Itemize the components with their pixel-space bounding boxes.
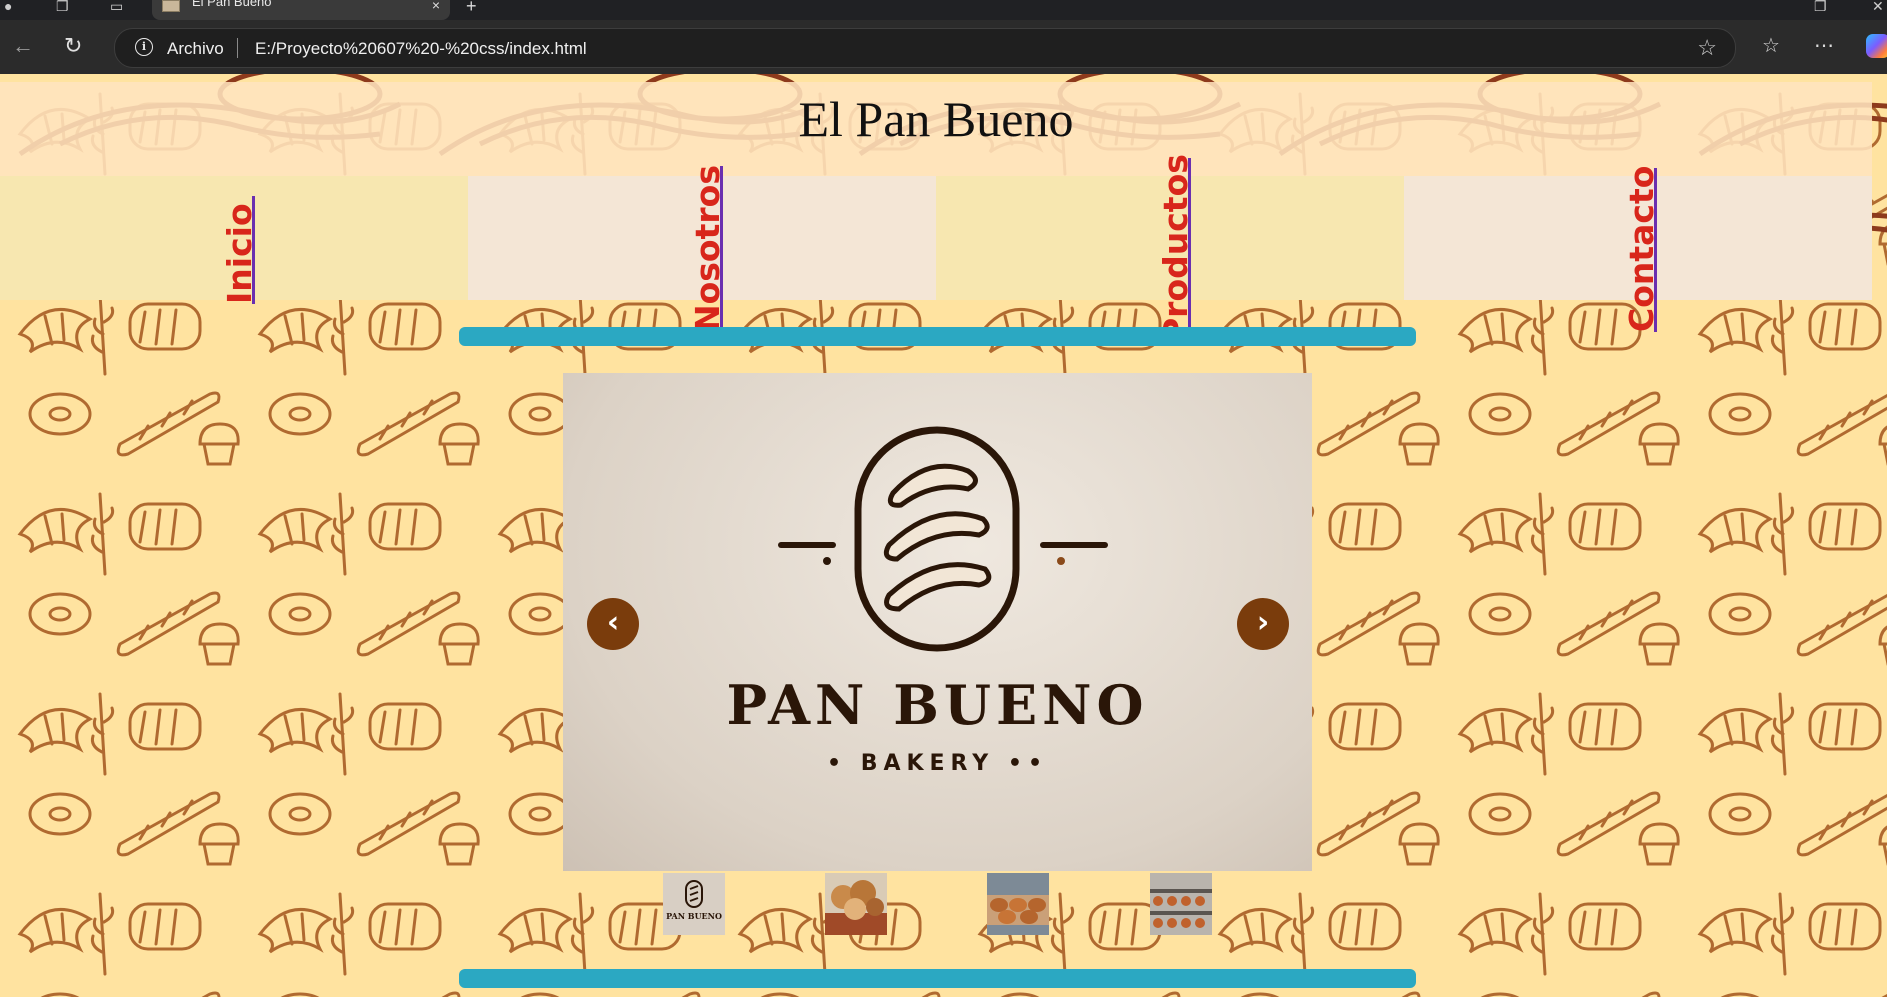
page-title: El Pan Bueno xyxy=(798,91,1074,147)
address-bar[interactable]: i Archivo E:/Proyecto%20607%20-%20css/in… xyxy=(114,28,1736,68)
address-url[interactable]: E:/Proyecto%20607%20-%20css/index.html xyxy=(255,39,587,59)
profile-icon[interactable]: ● xyxy=(4,0,12,13)
nav-underline-inicio xyxy=(252,196,255,304)
carousel-thumbnail-2[interactable] xyxy=(825,873,887,935)
more-menu-icon[interactable]: ⋯ xyxy=(1814,34,1834,58)
page-favicon-icon xyxy=(162,0,180,12)
slide-logo-title: PAN BUENO xyxy=(726,673,1149,737)
top-accent-bar xyxy=(459,327,1416,346)
close-window-icon[interactable]: ✕ xyxy=(1872,0,1884,13)
page-viewport: El Pan Bueno Inicio Nosotros Productos C… xyxy=(0,74,1887,997)
address-divider xyxy=(237,38,238,58)
nav-underline-nosotros xyxy=(720,166,723,332)
tab-title: El Pan Bueno xyxy=(192,0,272,9)
carousel-slide: PAN BUENO • BAKERY •• xyxy=(563,373,1312,871)
carousel-next-button[interactable]: › xyxy=(1237,598,1289,650)
tab-close-icon[interactable]: × xyxy=(432,0,440,13)
carousel-thumbnail-3[interactable] xyxy=(987,873,1049,935)
browser-toolbar: ← ↻ i Archivo E:/Proyecto%20607%20-%20cs… xyxy=(0,20,1887,74)
address-scheme-label: Archivo xyxy=(167,39,224,58)
nav-underline-contacto xyxy=(1654,168,1657,332)
browser-tab-bar: ● ❐ ▭ El Pan Bueno × + ❐ ✕ xyxy=(0,0,1887,20)
carousel-thumbnail-4[interactable] xyxy=(1150,873,1212,935)
site-header: El Pan Bueno xyxy=(0,82,1872,176)
reload-icon[interactable]: ↻ xyxy=(64,34,82,58)
favorite-star-icon[interactable]: ☆ xyxy=(1697,35,1717,61)
copilot-icon[interactable] xyxy=(1866,34,1887,58)
new-tab-button[interactable]: + xyxy=(466,0,477,17)
back-arrow-icon[interactable]: ← xyxy=(12,34,34,58)
workspaces-icon[interactable]: ❐ xyxy=(56,0,69,13)
thumbnail-logo-image xyxy=(685,880,703,908)
browser-tab-active[interactable]: El Pan Bueno × xyxy=(152,0,450,20)
thumbnail-logo-text: PAN BUENO xyxy=(666,911,722,921)
carousel-thumbnail-1[interactable]: PAN BUENO xyxy=(663,873,725,935)
bread-rolls-photo xyxy=(987,873,1049,935)
carousel-prev-button[interactable]: ‹ xyxy=(587,598,639,650)
pan-bueno-logo-image xyxy=(778,426,1108,652)
restore-window-icon[interactable]: ❐ xyxy=(1814,0,1827,13)
slide-logo-subtitle: • BAKERY •• xyxy=(826,751,1049,776)
bread-basket-photo xyxy=(825,873,887,935)
bottom-accent-bar xyxy=(459,969,1416,988)
nav-underline-productos xyxy=(1188,158,1191,342)
bakery-oven-photo xyxy=(1150,873,1212,935)
tab-actions-icon[interactable]: ▭ xyxy=(110,0,123,13)
site-info-icon[interactable]: i xyxy=(135,38,153,56)
favorites-list-icon[interactable]: ☆ xyxy=(1762,34,1780,58)
